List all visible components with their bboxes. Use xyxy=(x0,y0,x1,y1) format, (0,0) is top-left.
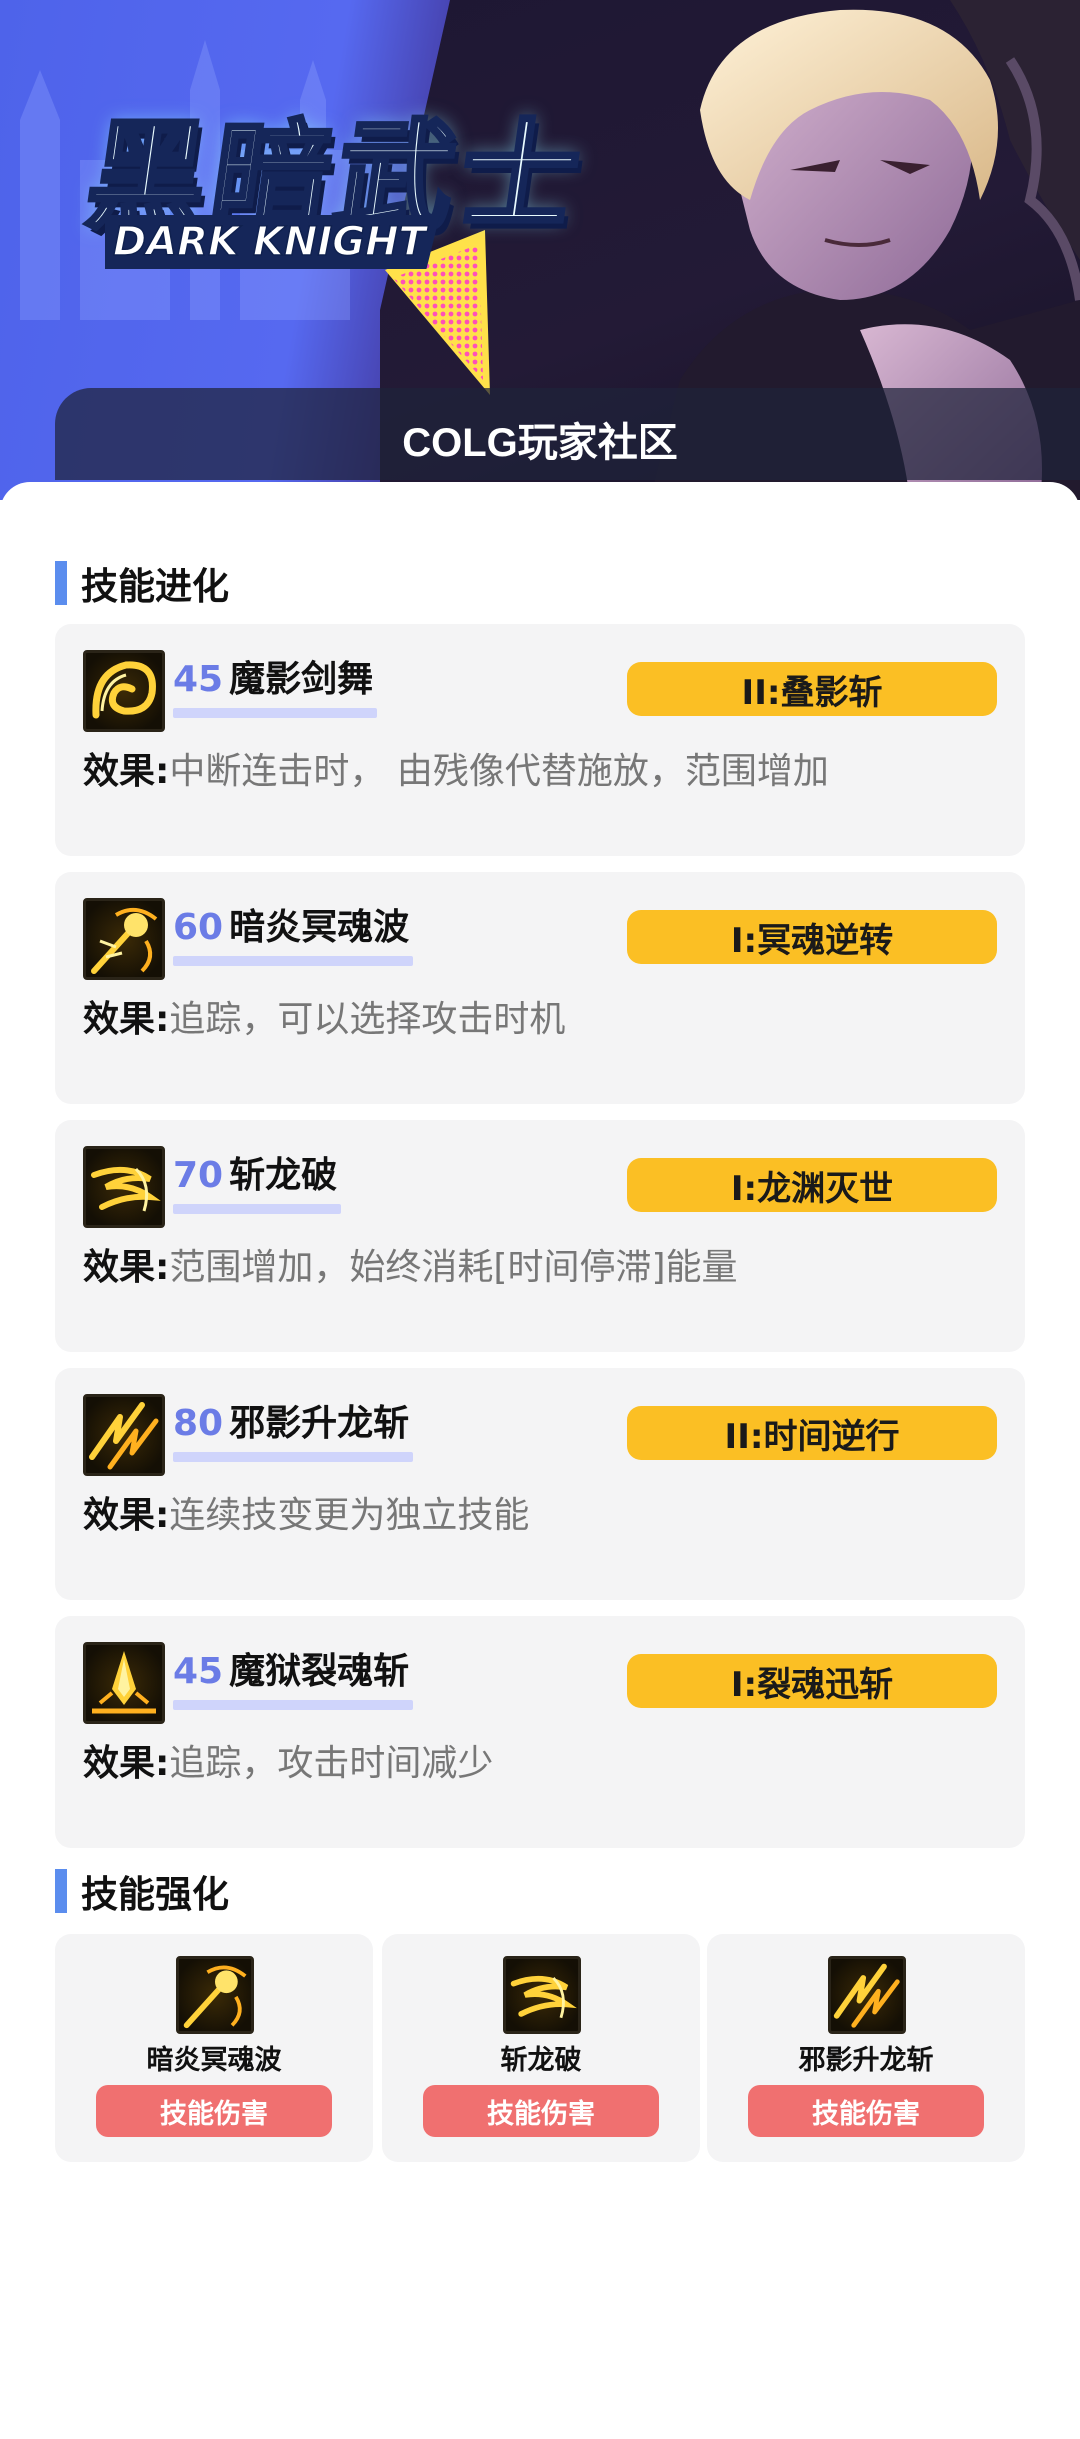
skill-name: 魔影剑舞 xyxy=(229,659,374,700)
effect-row: 效果:中断连击时， 由残像代替施放，范围增加 xyxy=(83,742,829,794)
evolution-card: 60 暗炎冥魂波 I:冥魂逆转 效果:追踪，可以选择攻击时机 xyxy=(55,872,1025,1104)
evolution-badge[interactable]: I:冥魂逆转 xyxy=(627,910,997,964)
dragon-slash-icon xyxy=(503,1956,581,2034)
effect-label: 效果: xyxy=(83,1743,170,1784)
skill-name-underline xyxy=(173,1700,413,1710)
evolution-card: 45 魔狱裂魂斩 I:裂魂迅斩 效果:追踪，攻击时间减少 xyxy=(55,1616,1025,1848)
skill-name-row: 70 斩龙破 xyxy=(173,1146,337,1198)
skill-damage-button[interactable]: 技能伤害 xyxy=(96,2085,332,2137)
skill-name: 邪影升龙斩 xyxy=(229,1403,410,1444)
section-accent-bar xyxy=(55,561,67,605)
effect-row: 效果:范围增加，始终消耗[时间停滞]能量 xyxy=(83,1238,738,1290)
section-title-enhancement: 技能强化 xyxy=(81,1873,229,1916)
effect-text: 连续技变更为独立技能 xyxy=(169,1495,530,1536)
hero-banner: 黑暗武士 DARK KNIGHT COLG玩家社区 xyxy=(0,0,1080,500)
skill-name-underline xyxy=(173,708,377,718)
skill-damage-button[interactable]: 技能伤害 xyxy=(423,2085,659,2137)
effect-label: 效果: xyxy=(83,751,170,792)
skill-level: 60 xyxy=(173,907,224,948)
ground-blade-icon xyxy=(83,1642,165,1724)
evolution-card: 45 魔影剑舞 II:叠影斩 效果:中断连击时， 由残像代替施放，范围增加 xyxy=(55,624,1025,856)
skill-damage-button[interactable]: 技能伤害 xyxy=(748,2085,984,2137)
content-top-edge xyxy=(0,482,1080,500)
dragon-slash-icon xyxy=(83,1146,165,1228)
skill-name-row: 60 暗炎冥魂波 xyxy=(173,898,409,950)
skill-name-underline xyxy=(173,1204,341,1214)
spiral-slash-icon xyxy=(83,650,165,732)
enhancement-skill-name: 邪影升龙斩 xyxy=(798,2045,934,2076)
effect-text: 中断连击时， 由残像代替施放，范围增加 xyxy=(169,751,829,792)
flame-wave-icon xyxy=(83,898,165,980)
skill-level: 45 xyxy=(173,659,224,700)
skill-level: 80 xyxy=(173,1403,224,1444)
effect-text: 追踪，攻击时间减少 xyxy=(169,1743,494,1784)
evolution-badge[interactable]: II:时间逆行 xyxy=(627,1406,997,1460)
section-accent-bar xyxy=(55,1869,67,1913)
skill-name-row: 80 邪影升龙斩 xyxy=(173,1394,409,1446)
effect-row: 效果:连续技变更为独立技能 xyxy=(83,1486,529,1538)
skill-name-row: 45 魔影剑舞 xyxy=(173,650,373,702)
evolution-badge[interactable]: I:裂魂迅斩 xyxy=(627,1654,997,1708)
evolution-badge[interactable]: I:龙渊灭世 xyxy=(627,1158,997,1212)
rising-slash-icon xyxy=(828,1956,906,2034)
skill-name: 暗炎冥魂波 xyxy=(229,907,410,948)
effect-label: 效果: xyxy=(83,999,170,1040)
skill-name-row: 45 魔狱裂魂斩 xyxy=(173,1642,409,1694)
enhancement-card: 暗炎冥魂波 技能伤害 xyxy=(55,1934,373,2162)
enhancement-card: 斩龙破 技能伤害 xyxy=(382,1934,700,2162)
evolution-badge[interactable]: II:叠影斩 xyxy=(627,662,997,716)
enhancement-card: 邪影升龙斩 技能伤害 xyxy=(707,1934,1025,2162)
skill-level: 70 xyxy=(173,1155,224,1196)
evolution-card: 80 邪影升龙斩 II:时间逆行 效果:连续技变更为独立技能 xyxy=(55,1368,1025,1600)
effect-text: 范围增加，始终消耗[时间停滞]能量 xyxy=(169,1247,738,1288)
hero-title-en: DARK KNIGHT xyxy=(105,215,440,269)
skill-name-underline xyxy=(173,1452,413,1462)
effect-row: 效果:追踪，攻击时间减少 xyxy=(83,1734,493,1786)
rising-slash-icon xyxy=(83,1394,165,1476)
skill-name-underline xyxy=(173,956,413,966)
skill-level: 45 xyxy=(173,1651,224,1692)
enhancement-skill-name: 斩龙破 xyxy=(500,2045,582,2076)
flame-wave-icon xyxy=(176,1956,254,2034)
section-header-enhancement: 技能强化 xyxy=(55,1868,229,1916)
section-title-evolution: 技能进化 xyxy=(81,565,229,608)
skill-name: 斩龙破 xyxy=(229,1155,338,1196)
effect-label: 效果: xyxy=(83,1495,170,1536)
evolution-card: 70 斩龙破 I:龙渊灭世 效果:范围增加，始终消耗[时间停滞]能量 xyxy=(55,1120,1025,1352)
effect-text: 追踪，可以选择攻击时机 xyxy=(169,999,566,1040)
effect-row: 效果:追踪，可以选择攻击时机 xyxy=(83,990,565,1042)
effect-label: 效果: xyxy=(83,1247,170,1288)
section-header-evolution: 技能进化 xyxy=(55,560,229,608)
enhancement-skill-name: 暗炎冥魂波 xyxy=(146,2045,282,2076)
skill-name: 魔狱裂魂斩 xyxy=(229,1651,410,1692)
community-title[interactable]: COLG玩家社区 xyxy=(0,410,1080,468)
